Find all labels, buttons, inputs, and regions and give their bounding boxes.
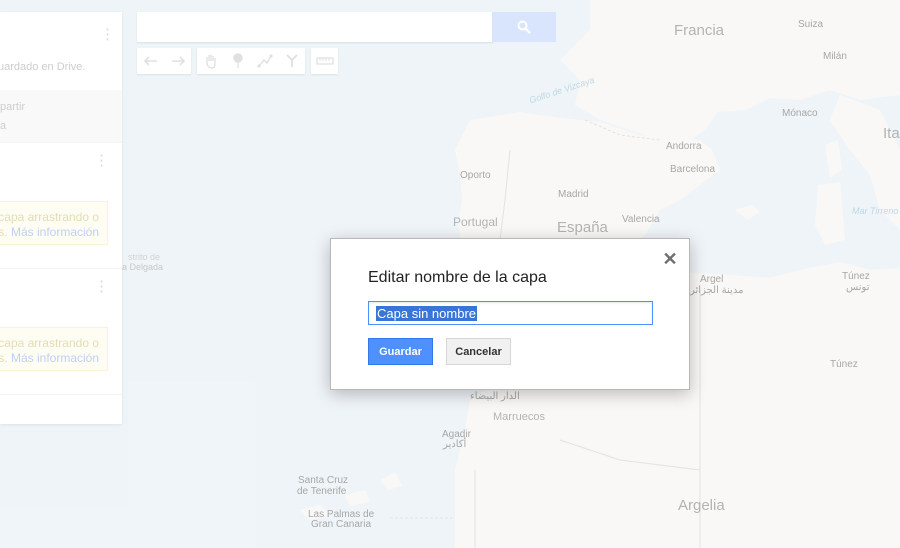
edit-layer-name-dialog: Editar nombre de la capa ✕ Capa sin nomb… (330, 238, 690, 390)
cancel-button[interactable]: Cancelar (446, 338, 511, 365)
layer-name-selected-text: Capa sin nombre (376, 306, 477, 321)
save-button[interactable]: Guardar (368, 338, 433, 365)
dialog-title: Editar nombre de la capa (368, 269, 547, 286)
close-icon[interactable]: ✕ (661, 250, 679, 268)
